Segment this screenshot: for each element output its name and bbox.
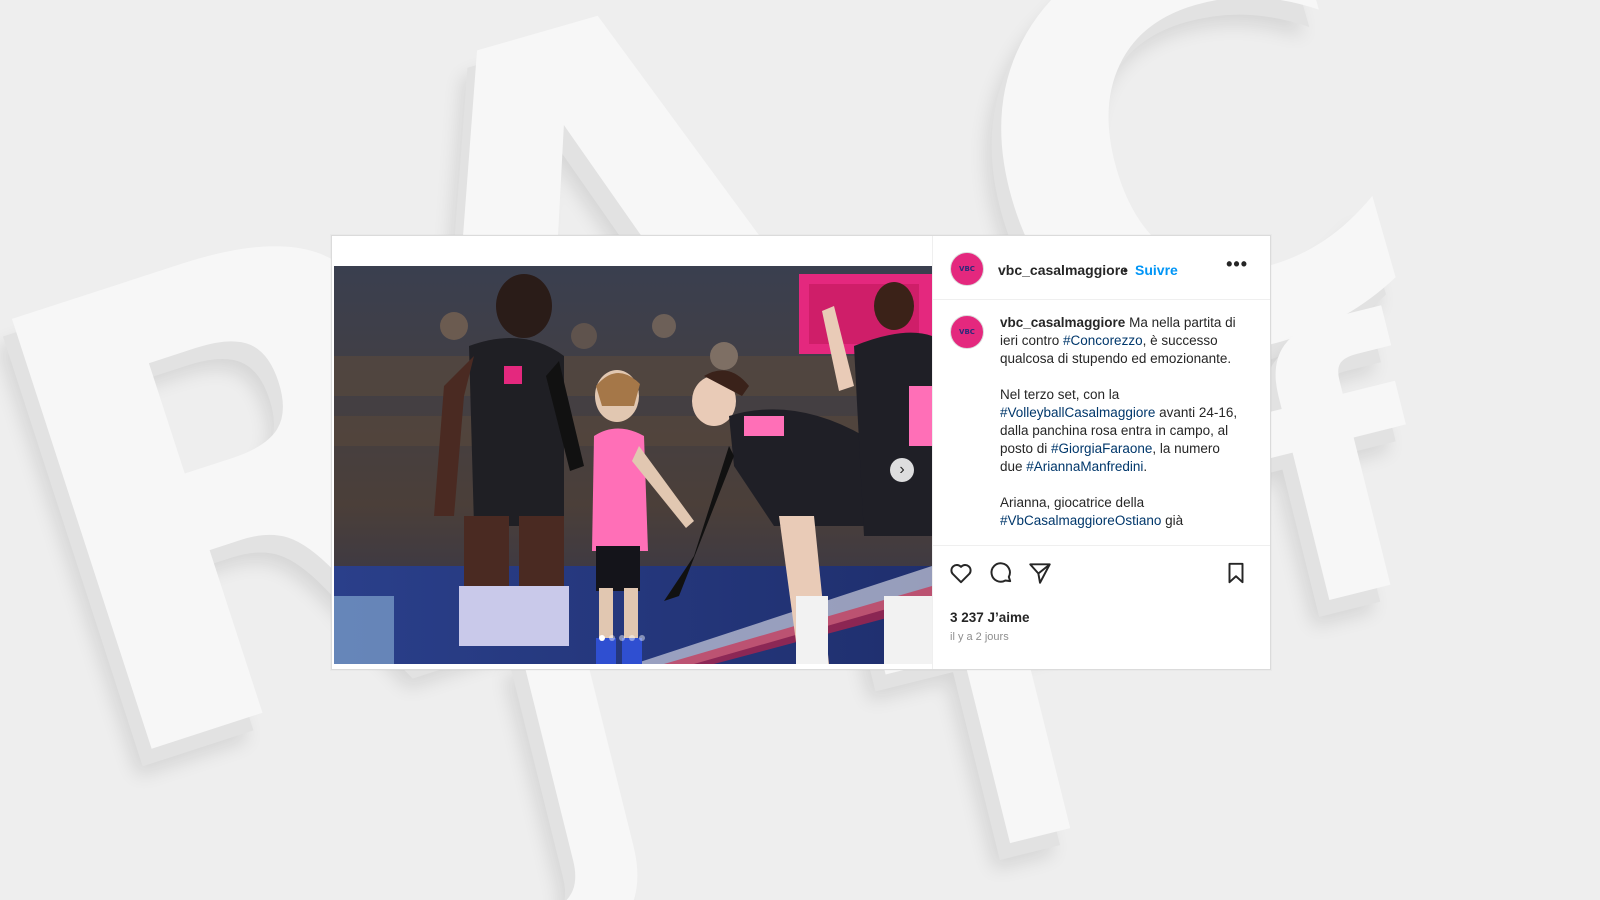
post-photo[interactable]: ›: [334, 266, 932, 664]
hashtag-link[interactable]: #VolleyballCasalmaggiore: [1000, 405, 1155, 420]
follow-button[interactable]: Suivre: [1135, 262, 1178, 278]
separator-dot: •: [1123, 262, 1128, 278]
comment-icon[interactable]: [988, 560, 1014, 586]
heart-icon[interactable]: [948, 560, 974, 586]
caption-text: Arianna, giocatrice della: [1000, 495, 1145, 510]
hashtag-link[interactable]: #AriannaManfredini: [1026, 459, 1143, 474]
post-header: VBC vbc_casalmaggiore • Suivre •••: [933, 236, 1270, 300]
avatar-logo-text: VBC: [959, 265, 975, 273]
username-link[interactable]: vbc_casalmaggiore: [998, 262, 1128, 278]
post-side-panel: VBC vbc_casalmaggiore • Suivre ••• VBC v…: [932, 236, 1270, 669]
avatar[interactable]: VBC: [950, 252, 984, 286]
hashtag-link[interactable]: #Concorezzo: [1063, 333, 1143, 348]
avatar[interactable]: VBC: [950, 315, 984, 349]
like-count[interactable]: 3 237 J’aime: [950, 610, 1030, 625]
carousel-dot: [619, 635, 625, 641]
post-caption: vbc_casalmaggiore Ma nella partita di ie…: [1000, 314, 1245, 544]
carousel-dot: [599, 635, 605, 641]
carousel-indicator: [599, 635, 645, 641]
caption-text: Nel terzo set, con la: [1000, 387, 1120, 402]
carousel-dot: [629, 635, 635, 641]
send-icon[interactable]: [1027, 560, 1053, 586]
post-timestamp[interactable]: il y a 2 jours: [950, 631, 1009, 643]
chevron-right-icon: ›: [899, 461, 905, 478]
volleyball-photo: [334, 266, 932, 664]
post-actions: 3 237 J’aime il y a 2 jours: [933, 545, 1270, 669]
carousel-dot: [639, 635, 645, 641]
avatar-logo-text: VBC: [959, 328, 975, 336]
hashtag-link[interactable]: #VbCasalmaggioreOstiano: [1000, 513, 1161, 528]
hashtag-link[interactable]: #GiorgiaFaraone: [1051, 441, 1152, 456]
caption-area[interactable]: VBC vbc_casalmaggiore Ma nella partita d…: [933, 300, 1270, 544]
carousel-dot: [609, 635, 615, 641]
carousel-next-button[interactable]: ›: [890, 458, 914, 482]
caption-text: .: [1143, 459, 1148, 474]
caption-username[interactable]: vbc_casalmaggiore: [1000, 315, 1125, 330]
bookmark-icon[interactable]: [1223, 560, 1249, 586]
caption-text: già: [1161, 513, 1184, 528]
instagram-post-embed: › VBC vbc_casalmaggiore • Suivre ••• VBC…: [331, 235, 1271, 670]
more-options-icon[interactable]: •••: [1226, 254, 1248, 275]
